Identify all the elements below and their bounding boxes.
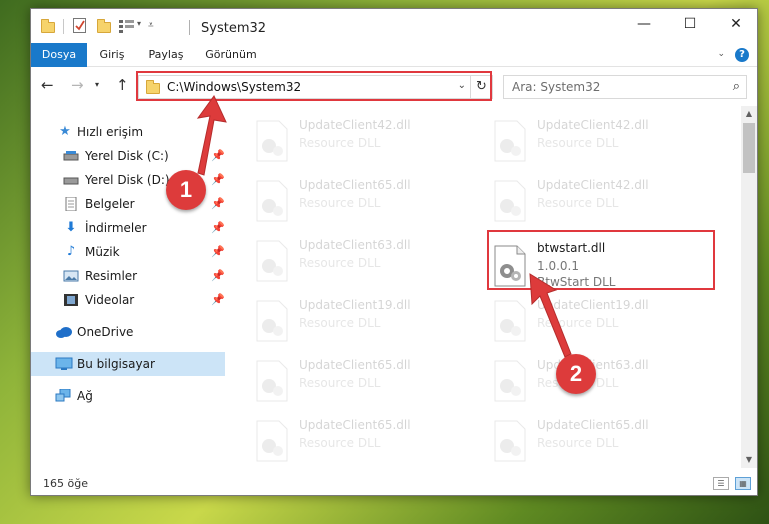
- step-1-badge: 1: [166, 170, 206, 210]
- step-2-badge: 2: [556, 354, 596, 394]
- arrow-to-address: [196, 95, 227, 176]
- annotation-arrows: [196, 95, 572, 358]
- arrow-to-file: [529, 273, 572, 358]
